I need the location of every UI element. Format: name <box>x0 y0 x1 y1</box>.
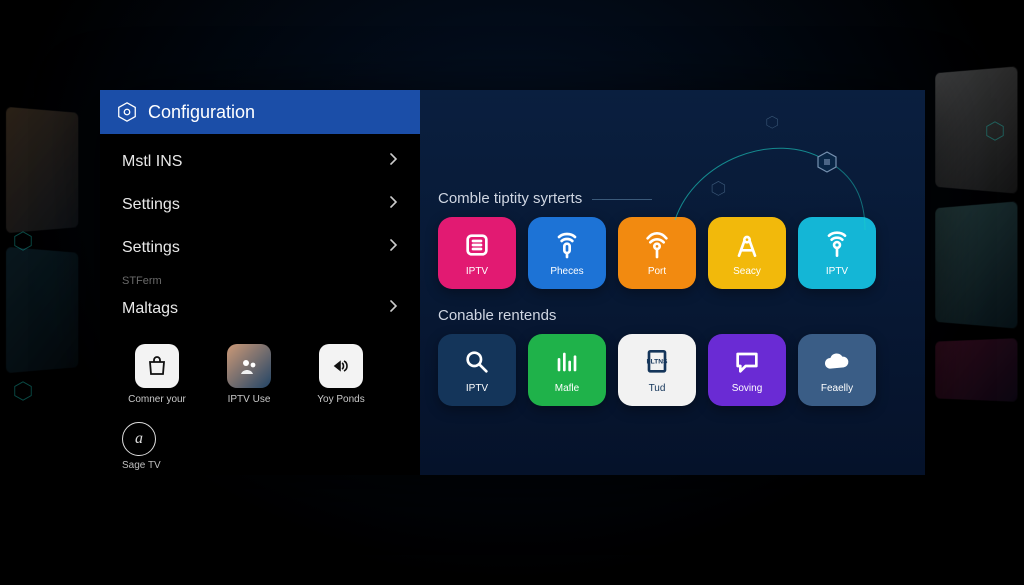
tile-iptv3[interactable]: IPTV <box>438 334 516 406</box>
tile-soving[interactable]: Soving <box>708 334 786 406</box>
tile-row-2: IPTV Mafle FLTNS Tud Soving Feaelly <box>438 334 907 406</box>
divider-line <box>592 199 652 200</box>
tile-row-1: IPTV Pheces Port Seacy IPTV <box>438 217 907 289</box>
tile-label: Mafle <box>555 383 579 394</box>
tile-mafle[interactable]: Mafle <box>528 334 606 406</box>
list-icon <box>461 229 493 261</box>
tile-label: Tud <box>649 383 666 394</box>
chat-icon <box>731 346 763 378</box>
hex-icon <box>12 230 34 252</box>
sound-icon <box>319 344 363 388</box>
chevron-right-icon <box>389 152 398 171</box>
section-title-2: Conable rentends <box>438 307 907 324</box>
menu-item-label: Settings <box>122 196 180 214</box>
app-stage: Configuration Mstl INS Settings Settings <box>0 0 1024 585</box>
settings-panel: Configuration Mstl INS Settings Settings <box>100 90 925 475</box>
tile-label: Seacy <box>733 266 761 277</box>
bg-tile <box>935 201 1017 328</box>
bg-tile <box>6 107 78 233</box>
tile-pheces[interactable]: Pheces <box>528 217 606 289</box>
section-title-1: Comble tiptity syrterts <box>438 190 907 207</box>
sage-ring-icon: a <box>122 422 156 456</box>
menu-item-label: Settings <box>122 239 180 257</box>
app-iptv-use[interactable]: IPTV Use <box>214 344 284 406</box>
app-label: IPTV Use <box>228 394 271 406</box>
tile-label: Port <box>648 266 666 277</box>
mic-icon <box>551 229 583 261</box>
document-icon: FLTNS <box>641 346 673 378</box>
menu-item-maltags[interactable]: Maltags <box>100 287 420 330</box>
titlebar: Configuration <box>100 90 420 134</box>
menu-item-settings-2[interactable]: Settings <box>100 226 420 269</box>
tile-label: IPTV <box>466 266 488 277</box>
menu-item-label: Maltags <box>122 300 178 318</box>
sage-label: Sage TV <box>122 460 161 471</box>
app-comner[interactable]: Comner your <box>122 344 192 406</box>
mic2-icon <box>821 229 853 261</box>
tile-label: IPTV <box>826 266 848 277</box>
bars-icon <box>551 346 583 378</box>
antenna-icon <box>641 229 673 261</box>
tile-seacy[interactable]: Seacy <box>708 217 786 289</box>
app-label: Yoy Ponds <box>317 394 364 406</box>
hex-icon <box>984 120 1006 142</box>
people-photo-icon <box>227 344 271 388</box>
chevron-right-icon <box>389 299 398 318</box>
menu-item-mstl[interactable]: Mstl INS <box>100 140 420 183</box>
tile-tud[interactable]: FLTNS Tud <box>618 334 696 406</box>
svg-text:FLTNS: FLTNS <box>647 358 669 365</box>
tile-label: IPTV <box>466 383 488 394</box>
search-icon <box>461 346 493 378</box>
menu-item-label: Mstl INS <box>122 153 182 171</box>
tile-iptv2[interactable]: IPTV <box>798 217 876 289</box>
hex-icon <box>12 380 34 402</box>
tile-label: Pheces <box>550 266 583 277</box>
content-pane: Comble tiptity syrterts IPTV Pheces Port <box>420 90 925 475</box>
tile-label: Feaelly <box>821 383 853 394</box>
bg-tile <box>6 247 78 373</box>
panel-title: Configuration <box>148 102 255 123</box>
tile-label: Soving <box>732 383 763 394</box>
compass-icon <box>731 229 763 261</box>
sage-tv-button[interactable]: a Sage TV <box>100 406 420 471</box>
chevron-right-icon <box>389 195 398 214</box>
tile-iptv[interactable]: IPTV <box>438 217 516 289</box>
menu-subheader: STFerm <box>100 269 420 287</box>
bg-tile <box>935 338 1017 402</box>
shopping-bag-icon <box>135 344 179 388</box>
menu-item-settings-1[interactable]: Settings <box>100 183 420 226</box>
tile-port[interactable]: Port <box>618 217 696 289</box>
chevron-right-icon <box>389 238 398 257</box>
config-hex-icon <box>116 101 138 123</box>
app-yoy-ponds[interactable]: Yoy Ponds <box>306 344 376 406</box>
cloud-icon <box>821 346 853 378</box>
app-label: Comner your <box>128 394 186 406</box>
tile-feaelly[interactable]: Feaelly <box>798 334 876 406</box>
sidebar: Configuration Mstl INS Settings Settings <box>100 90 420 475</box>
sidebar-menu: Mstl INS Settings Settings <box>100 134 420 330</box>
app-row: Comner your IPTV Use Yoy Ponds <box>100 330 420 406</box>
